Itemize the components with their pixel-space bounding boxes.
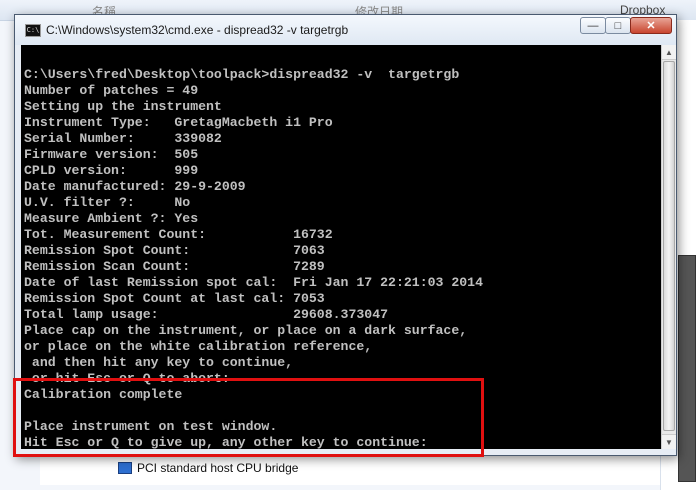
minimize-button[interactable]: —	[580, 17, 606, 34]
cmd-icon[interactable]: C:\	[25, 24, 41, 37]
console-line-place-instrument: Place instrument on test window.	[24, 419, 278, 434]
cmd-window[interactable]: C:\ C:\Windows\system32\cmd.exe - dispre…	[14, 14, 677, 456]
console-line: or place on the white calibration refere…	[24, 339, 373, 354]
console-scrollbar[interactable]: ▲ ▼	[661, 45, 676, 449]
console-line-calibration-complete: Calibration complete	[24, 387, 183, 402]
device-icon	[118, 462, 132, 474]
maximize-button[interactable]: □	[605, 17, 631, 34]
scroll-down-arrow-icon[interactable]: ▼	[662, 434, 676, 449]
console-line: Number of patches = 49	[24, 83, 199, 98]
title-bar[interactable]: C:\ C:\Windows\system32\cmd.exe - dispre…	[15, 15, 676, 45]
console-line: Setting up the instrument	[24, 99, 222, 114]
console-line: Tot. Measurement Count: 16732	[24, 227, 333, 242]
console-line: Date of last Remission spot cal: Fri Jan…	[24, 275, 483, 290]
console-line: or hit Esc or Q to abort:	[24, 371, 230, 386]
console-line: Date manufactured: 29-9-2009	[24, 179, 246, 194]
console-line: Remission Spot Count: 7063	[24, 243, 325, 258]
console-line: Serial Number: 339082	[24, 131, 222, 146]
console-line: Place cap on the instrument, or place on…	[24, 323, 468, 338]
background-scrollbar[interactable]	[678, 255, 696, 482]
console-output[interactable]: C:\Users\fred\Desktop\toolpack>dispread3…	[21, 45, 661, 449]
console-line: Firmware version: 505	[24, 147, 199, 162]
device-list-row[interactable]	[40, 455, 660, 485]
console-line: CPLD version: 999	[24, 163, 199, 178]
scroll-thumb[interactable]	[663, 61, 675, 431]
scroll-up-arrow-icon[interactable]: ▲	[662, 45, 676, 60]
console-line: U.V. filter ?: No	[24, 195, 191, 210]
close-button[interactable]: ✕	[630, 17, 672, 34]
console-line: and then hit any key to continue,	[24, 355, 294, 370]
console-line: C:\Users\fred\Desktop\toolpack>dispread3…	[24, 67, 460, 82]
device-item-label[interactable]: PCI standard host CPU bridge	[137, 461, 298, 475]
console-line: Remission Spot Count at last cal: 7053	[24, 291, 325, 306]
console-line: Measure Ambient ?: Yes	[24, 211, 199, 226]
window-title: C:\Windows\system32\cmd.exe - dispread32…	[46, 23, 349, 37]
console-line: Remission Scan Count: 7289	[24, 259, 325, 274]
console-line-prompt: Hit Esc or Q to give up, any other key t…	[24, 435, 428, 449]
console-line: Total lamp usage: 29608.373047	[24, 307, 389, 322]
console-line: Instrument Type: GretagMacbeth i1 Pro	[24, 115, 333, 130]
